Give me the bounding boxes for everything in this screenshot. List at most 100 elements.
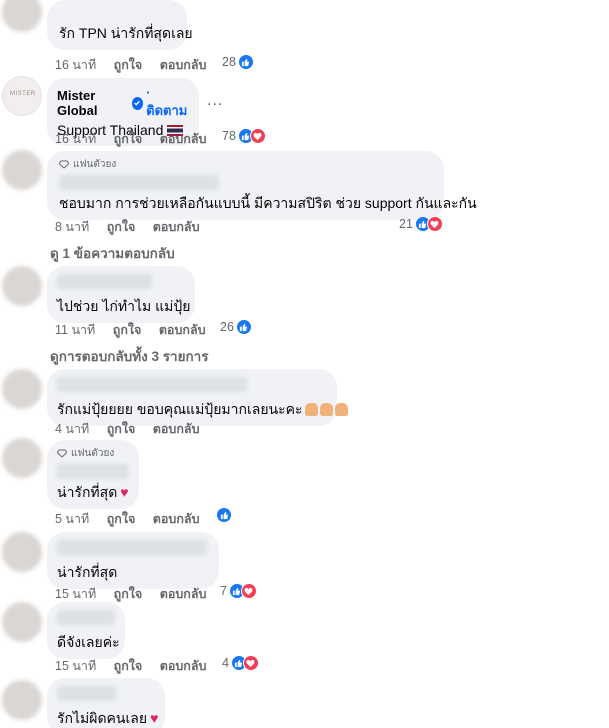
view-replies-link[interactable]: ดู 1 ข้อความตอบกลับ <box>50 242 175 264</box>
comment-bubble: รักไม่ผิดคนเลย ♥ <box>47 678 165 728</box>
comment-bubble: แฟนตัวยง ชอบมาก การช่วยเหลือกันแบบนี้ มี… <box>47 151 477 220</box>
top-fan-badge: แฟนตัวยง <box>59 157 432 172</box>
folded-hands-emoji <box>319 403 333 416</box>
reaction-number: 21 <box>399 217 413 231</box>
thumbs-up-icon <box>216 507 232 523</box>
heart-emoji: ♥ <box>150 710 159 726</box>
avatar[interactable] <box>2 680 42 720</box>
heart-icon <box>426 216 443 232</box>
reaction-count[interactable] <box>216 507 232 523</box>
like-button[interactable]: ถูกใจ <box>107 220 136 234</box>
comment-bubble: แฟนตัวยง น่ารักที่สุด ♥ <box>47 440 139 509</box>
reply-button[interactable]: ตอบกลับ <box>153 422 200 436</box>
comment-time[interactable]: 5 นาที <box>55 512 89 526</box>
reaction-count[interactable]: 26 <box>220 319 252 335</box>
reaction-count[interactable]: 4 <box>222 655 259 671</box>
comment-bubble: ดีจังเลยค่ะ <box>47 602 125 659</box>
reply-button[interactable]: ตอบกลับ <box>153 512 200 526</box>
comment-time[interactable]: 15 นาที <box>55 659 96 673</box>
comment-bubble: ไปช่วย ไก่ทำไม แม่ปุ้ย <box>47 266 195 323</box>
comment-text-row: น่ารักที่สุด ♥ <box>57 483 129 501</box>
comment-bubble: รัก TPN น่ารักที่สุดเลย <box>47 0 193 50</box>
comment-meta: 8 นาที ถูกใจ ตอบกลับ <box>55 217 214 237</box>
reply-button[interactable]: ตอบกลับ <box>153 220 200 234</box>
avatar[interactable] <box>2 0 42 32</box>
avatar-logo-text: MISTER <box>10 91 36 97</box>
like-button[interactable]: ถูกใจ <box>113 323 142 337</box>
blurred-author-name <box>57 274 152 289</box>
blurred-author-name <box>57 610 115 625</box>
avatar[interactable] <box>2 150 42 190</box>
comment-time[interactable]: 15 นาที <box>55 587 96 601</box>
comment-meta: 16 นาที ถูกใจ ตอบกลับ <box>55 129 220 149</box>
comment-text: รัก TPN น่ารักที่สุดเลย <box>59 25 193 41</box>
reply-button[interactable]: ตอบกลับ <box>160 132 207 146</box>
comment-text: ชอบมาก การช่วยเหลือกันแบบนี้ มีความสปิริ… <box>59 195 477 211</box>
comment-meta: 16 นาที ถูกใจ ตอบกลับ <box>55 55 220 75</box>
folded-hands-emoji <box>334 403 348 416</box>
comment-text: ดีจังเลยค่ะ <box>57 634 120 650</box>
reaction-count[interactable]: 21 <box>399 216 443 232</box>
reply-button[interactable]: ตอบกลับ <box>160 659 207 673</box>
follow-button[interactable]: · ติดตาม <box>146 85 189 121</box>
comment-meta: 15 นาที ถูกใจ ตอบกลับ <box>55 656 220 676</box>
like-button[interactable]: ถูกใจ <box>114 587 143 601</box>
comment-time[interactable]: 4 นาที <box>55 422 89 436</box>
reply-button[interactable]: ตอบกลับ <box>160 587 207 601</box>
heart-icon <box>249 128 266 144</box>
red-heart-emoji: ♥ <box>120 484 129 500</box>
comment-time[interactable]: 16 นาที <box>55 132 96 146</box>
like-button[interactable]: ถูกใจ <box>114 132 143 146</box>
comment-time[interactable]: 11 นาที <box>55 323 95 337</box>
comment-text: น่ารักที่สุด <box>57 564 118 580</box>
like-button[interactable]: ถูกใจ <box>107 422 136 436</box>
reaction-number: 28 <box>222 55 236 69</box>
thumbs-up-icon <box>235 319 252 335</box>
comment-bubble: น่ารักที่สุด <box>47 532 219 589</box>
comment-meta: 4 นาที ถูกใจ ตอบกลับ <box>55 419 214 439</box>
avatar[interactable] <box>2 532 42 572</box>
top-fan-badge: แฟนตัวยง <box>57 446 129 461</box>
reply-button[interactable]: ตอบกลับ <box>159 323 206 337</box>
thumbs-up-icon <box>237 54 254 70</box>
reply-button[interactable]: ตอบกลับ <box>160 58 207 72</box>
heart-icon <box>242 655 259 671</box>
folded-hands-emoji <box>304 403 318 416</box>
view-replies-link[interactable]: ดูการตอบกลับทั้ง 3 รายการ <box>50 345 208 367</box>
blurred-author-name <box>57 686 117 701</box>
diamond-icon <box>57 449 67 458</box>
comment-time[interactable]: 16 นาที <box>55 58 96 72</box>
more-options-button[interactable]: ... <box>207 92 223 110</box>
reaction-count[interactable]: 78 <box>222 128 266 144</box>
blurred-author-name <box>57 377 247 392</box>
reaction-number: 78 <box>222 129 236 143</box>
comment-meta: 15 นาที ถูกใจ ตอบกลับ <box>55 584 220 604</box>
avatar[interactable] <box>2 602 42 642</box>
avatar[interactable] <box>2 369 42 409</box>
comment-text: ไปช่วย ไก่ทำไม แม่ปุ้ย <box>57 298 191 314</box>
comment-meta: 5 นาที ถูกใจ ตอบกลับ <box>55 509 214 529</box>
comment-time[interactable]: 8 นาที <box>55 220 89 234</box>
like-button[interactable]: ถูกใจ <box>114 58 143 72</box>
comment-text: รักแม่ปุ้ยยยย ขอบคุณแม่ปุ้ยมากเลยนะคะ <box>57 401 303 417</box>
like-button[interactable]: ถูกใจ <box>114 659 143 673</box>
reaction-count[interactable]: 28 <box>222 54 254 70</box>
avatar[interactable] <box>2 438 42 478</box>
blurred-author-name <box>57 540 207 555</box>
author-name[interactable]: Mister Global <box>57 88 129 118</box>
badge-label: แฟนตัวยง <box>71 448 115 459</box>
avatar[interactable] <box>2 266 42 306</box>
comment-text-row: รักแม่ปุ้ยยยย ขอบคุณแม่ปุ้ยมากเลยนะคะ <box>57 400 348 418</box>
avatar[interactable]: MISTER <box>2 76 42 116</box>
comment-text: น่ารักที่สุด <box>57 484 118 500</box>
like-button[interactable]: ถูกใจ <box>107 512 136 526</box>
reaction-number: 7 <box>220 584 227 598</box>
verified-badge-icon <box>131 96 144 110</box>
comment-text: รักไม่ผิดคนเลย <box>57 710 148 726</box>
comment-bubble: รักแม่ปุ้ยยยย ขอบคุณแม่ปุ้ยมากเลยนะคะ <box>47 369 348 426</box>
reaction-number: 4 <box>222 656 229 670</box>
heart-icon <box>240 583 257 599</box>
badge-label: แฟนตัวยง <box>73 159 117 170</box>
comment-text-row: รักไม่ผิดคนเลย ♥ <box>57 709 159 727</box>
reaction-count[interactable]: 7 <box>220 583 257 599</box>
